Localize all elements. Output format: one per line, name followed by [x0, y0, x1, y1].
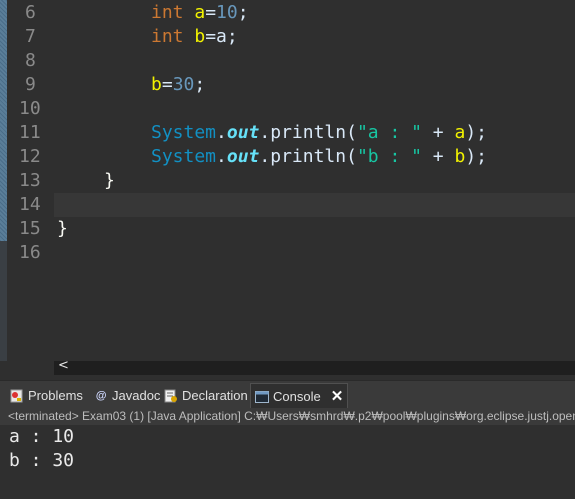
tab-problems[interactable]: Problems — [6, 384, 87, 408]
operator: = — [161, 74, 173, 95]
line-number: 12 — [19, 146, 41, 167]
semicolon: ; — [237, 2, 249, 23]
code-line-13[interactable]: } — [104, 169, 115, 193]
call-end: ); — [465, 122, 488, 143]
code-line-12[interactable]: System.out.println("b : " + b); — [151, 145, 487, 169]
tab-declaration[interactable]: Declaration — [160, 384, 252, 408]
console-status-line: <terminated> Exam03 (1) [Java Applicatio… — [0, 408, 575, 425]
variable: a — [454, 122, 466, 143]
call-end: ); — [465, 146, 488, 167]
string-literal: "b : " — [356, 146, 422, 167]
view-tab-bar: Problems @ Javadoc Declaration Console ✕ — [0, 380, 575, 410]
static-field: out — [226, 122, 260, 143]
line-number: 14 — [19, 194, 41, 215]
overview-ruler-empty — [0, 241, 7, 361]
line-number: 15 — [19, 218, 41, 239]
line-number: 16 — [19, 242, 41, 263]
code-line-9[interactable]: b=30; — [151, 73, 205, 97]
keyword: int — [151, 2, 184, 23]
method-call: .println( — [259, 122, 357, 143]
tab-console[interactable]: Console ✕ — [250, 383, 349, 410]
tab-label: Problems — [28, 388, 83, 403]
console-output-line: b : 30 — [9, 450, 75, 471]
closing-brace: } — [104, 170, 115, 191]
console-output[interactable]: a : 10 b : 30 — [0, 425, 575, 499]
operator: = — [205, 2, 217, 23]
tab-label: Declaration — [182, 388, 248, 403]
static-field: out — [226, 146, 260, 167]
variable: a — [194, 2, 206, 23]
class-name: System — [151, 146, 217, 167]
scroll-left-arrow-icon[interactable]: < — [58, 358, 69, 373]
line-number: 9 — [25, 74, 36, 95]
line-number: 6 — [25, 2, 36, 23]
code-line-11[interactable]: System.out.println("a : " + a); — [151, 121, 487, 145]
dot: . — [216, 146, 227, 167]
class-name: System — [151, 122, 217, 143]
code-line-15[interactable]: } — [57, 217, 68, 241]
declaration-icon — [164, 389, 178, 403]
console-icon — [255, 390, 269, 404]
dot: . — [216, 122, 227, 143]
variable: b — [194, 26, 206, 47]
number-literal: 30 — [172, 74, 195, 95]
closing-brace: } — [57, 218, 68, 239]
overview-ruler — [0, 0, 7, 241]
method-call: .println( — [259, 146, 357, 167]
close-icon[interactable]: ✕ — [331, 385, 344, 409]
code-editor[interactable]: 6 7 8 9 10 11 12 13 14 15 16 int a=10; i… — [0, 0, 575, 361]
tab-label: Javadoc — [112, 388, 161, 403]
tab-javadoc[interactable]: @ Javadoc — [90, 384, 164, 408]
line-number: 8 — [25, 50, 36, 71]
keyword: int — [151, 26, 184, 47]
line-number-gutter: 6 7 8 9 10 11 12 13 14 15 16 — [7, 0, 54, 361]
horizontal-scrollbar[interactable]: < — [54, 358, 575, 375]
operator: + — [421, 122, 455, 143]
problems-icon — [10, 389, 24, 403]
operator: + — [421, 146, 455, 167]
semicolon: ; — [194, 74, 206, 95]
tab-label: Console — [273, 389, 321, 404]
javadoc-icon: @ — [95, 390, 107, 402]
current-line-highlight — [54, 193, 575, 217]
variable: b — [454, 146, 466, 167]
code-text: =a; — [205, 26, 238, 47]
code-line-7[interactable]: int b=a; — [151, 25, 238, 49]
string-literal: "a : " — [356, 122, 422, 143]
number-literal: 10 — [216, 2, 238, 23]
line-number: 11 — [19, 122, 41, 143]
line-number: 7 — [25, 26, 36, 47]
code-line-6[interactable]: int a=10; — [151, 1, 249, 25]
console-output-line: a : 10 — [9, 426, 75, 447]
line-number: 13 — [19, 170, 41, 191]
variable: b — [151, 74, 162, 95]
line-number: 10 — [19, 98, 41, 119]
